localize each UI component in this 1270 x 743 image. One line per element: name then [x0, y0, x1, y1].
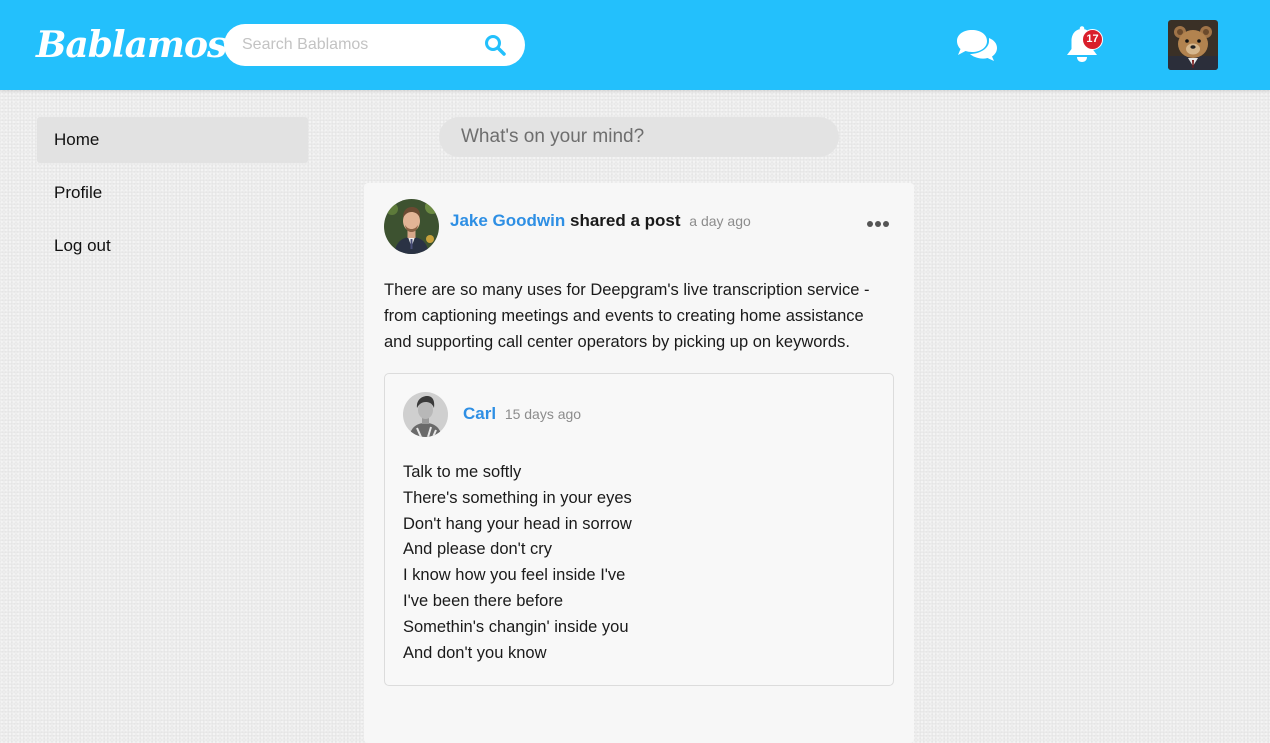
post-body: There are so many uses for Deepgram's li…	[384, 281, 870, 351]
post-timestamp: a day ago	[689, 213, 751, 229]
composer-input[interactable]	[439, 117, 839, 157]
shared-post-body: Talk to me softly There's something in y…	[403, 460, 632, 666]
shared-line: Don't hang your head in sorrow	[403, 514, 632, 533]
user-avatar[interactable]	[1168, 20, 1218, 70]
sidebar-item-profile[interactable]: Profile	[37, 170, 308, 216]
shared-author-avatar[interactable]	[403, 392, 448, 437]
sidebar-item-home[interactable]: Home	[37, 117, 308, 163]
shared-line: I've been there before	[403, 591, 564, 610]
shared-line: I know how you feel inside I've	[403, 566, 626, 585]
shared-author-name[interactable]: Carl	[463, 404, 496, 423]
search-box[interactable]	[224, 24, 525, 66]
app-logo[interactable]: Bablamos	[36, 20, 227, 70]
post-action-text: shared a post	[569, 211, 681, 230]
post-composer[interactable]	[439, 117, 839, 157]
shared-line: Somethin's changin' inside you	[403, 617, 629, 636]
post-header: Jake Goodwin shared a post a day ago	[450, 209, 751, 233]
shared-post: Carl 15 days ago Talk to me softly There…	[384, 373, 894, 686]
messages-icon[interactable]	[954, 28, 998, 62]
sidebar-item-logout[interactable]: Log out	[37, 223, 308, 269]
post-card: Jake Goodwin shared a post a day ago The…	[364, 183, 914, 743]
post-author-avatar[interactable]	[384, 199, 439, 254]
sidebar-nav: Home Profile Log out	[37, 117, 308, 276]
shared-timestamp: 15 days ago	[504, 406, 582, 422]
shared-line: There's something in your eyes	[403, 488, 632, 507]
shared-line: Talk to me softly	[403, 463, 522, 481]
top-bar: Bablamos 17	[0, 0, 1270, 90]
shared-line: And don't you know	[403, 643, 547, 662]
more-options-icon[interactable]	[864, 215, 892, 233]
post-author-name[interactable]: Jake Goodwin	[450, 211, 565, 230]
search-icon[interactable]	[483, 33, 507, 57]
shared-post-header: Carl 15 days ago	[463, 402, 581, 426]
search-input[interactable]	[242, 24, 482, 66]
notification-badge: 17	[1082, 29, 1103, 50]
shared-line: And please don't cry	[403, 540, 552, 559]
